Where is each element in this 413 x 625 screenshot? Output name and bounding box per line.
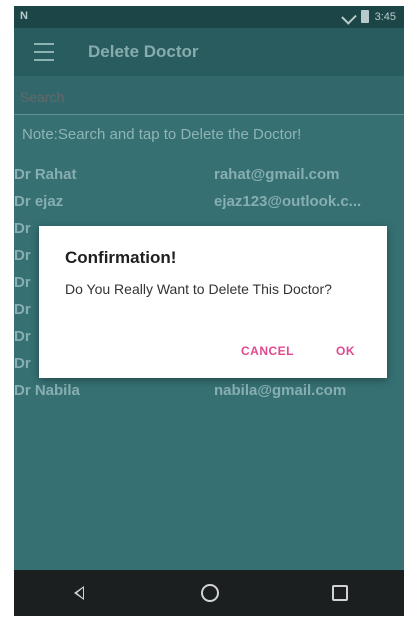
confirmation-dialog: Confirmation! Do You Really Want to Dele… xyxy=(39,226,387,378)
home-circle-icon xyxy=(201,584,219,602)
phone-screen: N 3:45 Delete Doctor Note:Search and tap… xyxy=(14,6,404,616)
dialog-message: Do You Really Want to Delete This Doctor… xyxy=(65,281,332,297)
navigation-bar xyxy=(14,570,404,616)
dialog-title: Confirmation! xyxy=(65,248,177,267)
home-button[interactable] xyxy=(179,570,239,616)
back-triangle-icon xyxy=(74,586,84,600)
recent-apps-square-icon xyxy=(332,585,348,601)
back-button[interactable] xyxy=(49,570,109,616)
dialog-actions: CANCEL OK xyxy=(235,340,361,362)
ok-button[interactable]: OK xyxy=(330,340,361,362)
recent-apps-button[interactable] xyxy=(309,570,369,616)
cancel-button[interactable]: CANCEL xyxy=(235,340,300,362)
